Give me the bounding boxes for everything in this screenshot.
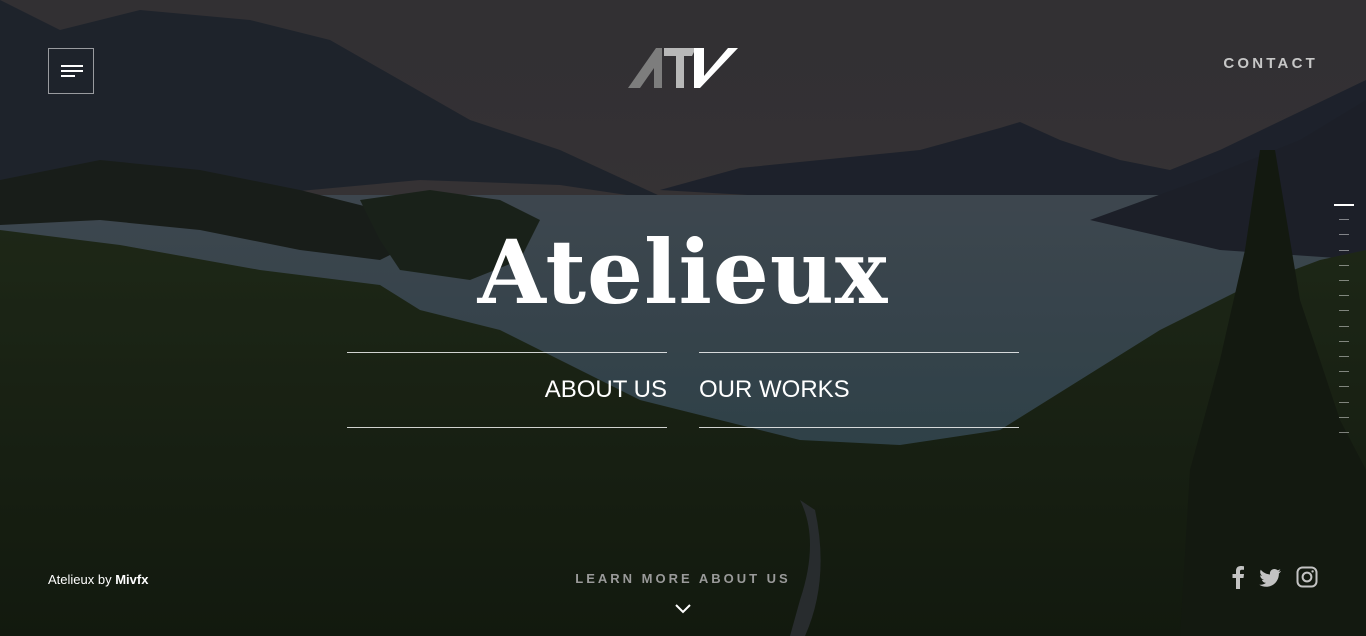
pager-dot[interactable] [1339,234,1349,236]
pager-dot[interactable] [1339,356,1349,357]
pager-dot[interactable] [1339,310,1349,312]
pager-dot[interactable] [1339,416,1349,418]
pager-dot[interactable] [1339,401,1349,403]
pager-dot[interactable] [1339,325,1349,327]
pager-dot[interactable] [1339,295,1349,297]
menu-button[interactable] [48,48,94,94]
pager-dot[interactable] [1339,219,1349,221]
pager-dot[interactable] [1339,432,1349,433]
facebook-icon[interactable] [1226,564,1250,590]
chevron-down-icon[interactable] [674,602,692,614]
our-works-button[interactable]: OUR WORKS [699,352,1019,428]
pager-dot[interactable] [1339,249,1349,251]
contact-link[interactable]: CONTACT [1223,55,1318,72]
pager-dot[interactable] [1339,371,1349,373]
pager-dot[interactable] [1339,280,1349,281]
instagram-icon[interactable] [1295,564,1319,590]
pager-dot[interactable] [1334,204,1354,206]
twitter-icon[interactable] [1258,564,1282,590]
menu-line-2 [61,70,83,72]
about-us-button[interactable]: ABOUT US [347,352,667,428]
hero-title: Atelieux [477,220,889,324]
pager-dot[interactable] [1339,386,1349,388]
menu-line-1 [61,65,83,67]
atv-logo[interactable] [626,46,740,90]
menu-line-3 [61,75,75,77]
pager-dot[interactable] [1339,264,1349,266]
pager-dot[interactable] [1339,340,1349,342]
learn-more-link[interactable]: LEARN MORE ABOUT US [0,571,1366,586]
